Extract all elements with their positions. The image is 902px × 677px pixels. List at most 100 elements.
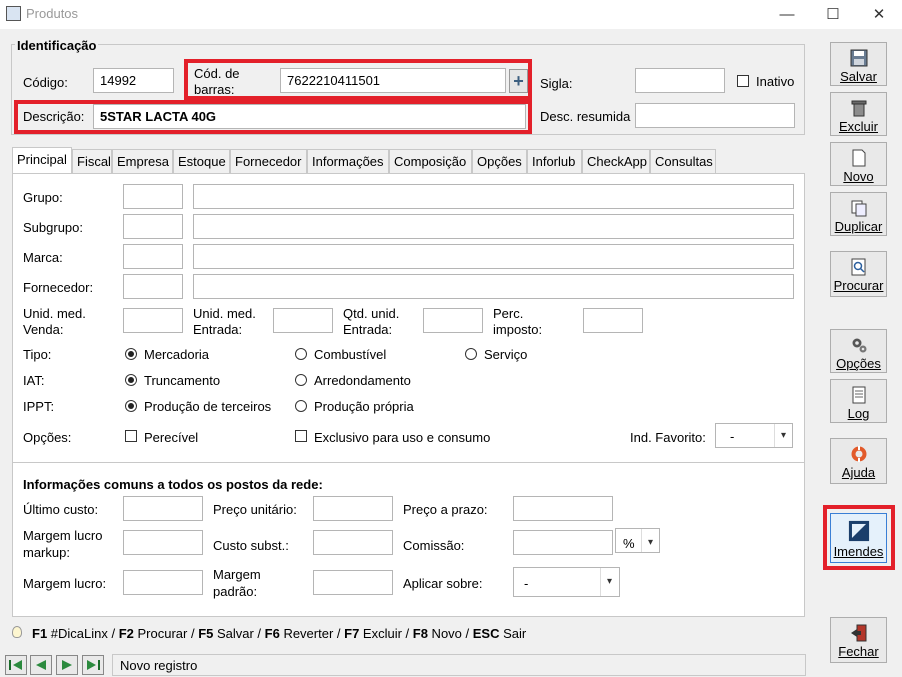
imendes-button[interactable]: Imendes	[830, 513, 887, 563]
shortcut-text: Procurar /	[133, 626, 199, 641]
fornecedor-code-input[interactable]	[123, 274, 183, 299]
tab-principal[interactable]: Principal	[12, 147, 72, 174]
shortcut-key: ESC	[472, 626, 500, 641]
perecivel-checkbox[interactable]	[125, 430, 137, 442]
shortcut-bar: F1 #DicaLinx / F2 Procurar / F5 Salvar /…	[32, 626, 526, 641]
subgrupo-code-input[interactable]	[123, 214, 183, 239]
ajuda-button[interactable]: Ajuda	[830, 438, 887, 484]
unid-entrada-input[interactable]	[273, 308, 333, 333]
ind-favorito-value: -	[730, 429, 735, 444]
desc-resumida-label: Desc. resumida	[540, 109, 631, 124]
excluir-button[interactable]: Excluir	[830, 92, 887, 136]
perc-imposto-input[interactable]	[583, 308, 643, 333]
qtd-entrada-label-2: Entrada:	[343, 322, 393, 337]
minimize-button[interactable]: —	[764, 0, 810, 29]
opcoes-label: Opções:	[23, 430, 72, 445]
title-bar: Produtos — ☐ ✕	[0, 0, 902, 29]
first-record-button[interactable]	[5, 655, 27, 675]
salvar-button[interactable]: Salvar	[830, 42, 887, 86]
ippt-propria-radio[interactable]	[295, 400, 307, 412]
marca-name-input[interactable]	[193, 244, 794, 269]
barcode-input[interactable]: 7622210411501	[280, 68, 506, 93]
iat-arredondamento-label: Arredondamento	[314, 373, 411, 388]
lightbulb-icon	[12, 626, 22, 638]
codigo-input[interactable]: 14992	[93, 68, 174, 93]
duplicar-button[interactable]: Duplicar	[830, 192, 887, 236]
add-barcode-button[interactable]: +	[509, 69, 528, 93]
iat-arredondamento-radio[interactable]	[295, 374, 307, 386]
aplicar-sobre-label: Aplicar sobre:	[403, 576, 483, 591]
fornecedor-label: Fornecedor:	[23, 280, 94, 295]
ippt-propria-label: Produção própria	[314, 399, 414, 414]
perc-imposto-label-1: Perc.	[493, 306, 524, 321]
plus-icon: +	[513, 71, 524, 91]
ind-favorito-select[interactable]: - ▾	[715, 423, 793, 448]
tab-consultas[interactable]: Consultas	[650, 149, 716, 173]
desc-resumida-input[interactable]	[635, 103, 795, 128]
marca-label: Marca:	[23, 250, 63, 265]
margem-padrao-input[interactable]	[313, 570, 393, 595]
subgrupo-name-input[interactable]	[193, 214, 794, 239]
inativo-checkbox[interactable]	[737, 75, 749, 87]
tab-inforlub[interactable]: Inforlub	[527, 149, 582, 173]
custo-subst-input[interactable]	[313, 530, 393, 555]
log-icon	[852, 386, 865, 404]
tab-opcoes[interactable]: Opções	[472, 149, 527, 173]
tab-checkapp[interactable]: CheckApp	[582, 149, 650, 173]
tipo-combustivel-label: Combustível	[314, 347, 387, 362]
fechar-label: Fechar	[838, 644, 879, 659]
aplicar-sobre-select[interactable]: - ▾	[513, 567, 620, 597]
procurar-button[interactable]: Procurar	[830, 251, 887, 297]
tab-composicao[interactable]: Composição	[389, 149, 472, 173]
ultimo-custo-input[interactable]	[123, 496, 203, 521]
margem-markup-input[interactable]	[123, 530, 203, 555]
opcoes-button[interactable]: Opções	[830, 329, 887, 373]
new-document-icon	[852, 149, 865, 167]
tab-empresa[interactable]: Empresa	[112, 149, 173, 173]
fornecedor-name-input[interactable]	[193, 274, 794, 299]
sigla-input[interactable]	[635, 68, 725, 93]
preco-prazo-input[interactable]	[513, 496, 613, 521]
marca-code-input[interactable]	[123, 244, 183, 269]
margem-lucro-input[interactable]	[123, 570, 203, 595]
iat-truncamento-label: Truncamento	[144, 373, 221, 388]
last-record-button[interactable]	[82, 655, 104, 675]
chevron-down-icon: ▾	[600, 568, 618, 596]
qtd-entrada-label-1: Qtd. unid.	[343, 306, 400, 321]
next-icon	[62, 660, 72, 670]
novo-button[interactable]: Novo	[830, 142, 887, 186]
log-button[interactable]: Log	[830, 379, 887, 423]
iat-label: IAT:	[23, 373, 45, 388]
maximize-button[interactable]: ☐	[810, 0, 856, 29]
tab-fiscal[interactable]: Fiscal	[72, 149, 112, 173]
preco-unitario-input[interactable]	[313, 496, 393, 521]
comissao-unit-select[interactable]: % ▾	[615, 528, 660, 553]
tipo-combustivel-radio[interactable]	[295, 348, 307, 360]
descricao-input[interactable]: 5STAR LACTA 40G	[93, 104, 526, 129]
tipo-mercadoria-radio[interactable]	[125, 348, 137, 360]
comissao-unit-value: %	[623, 536, 635, 551]
tab-fornecedor[interactable]: Fornecedor	[230, 149, 307, 173]
trash-icon	[851, 100, 866, 117]
grupo-name-input[interactable]	[193, 184, 794, 209]
next-record-button[interactable]	[56, 655, 78, 675]
close-button[interactable]: ✕	[856, 0, 902, 29]
unid-venda-input[interactable]	[123, 308, 183, 333]
ippt-label: IPPT:	[23, 399, 55, 414]
exclusivo-checkbox[interactable]	[295, 430, 307, 442]
qtd-entrada-input[interactable]	[423, 308, 483, 333]
grupo-code-input[interactable]	[123, 184, 183, 209]
iat-truncamento-radio[interactable]	[125, 374, 137, 386]
tipo-servico-radio[interactable]	[465, 348, 477, 360]
tab-informacoes[interactable]: Informações	[307, 149, 389, 173]
previous-record-button[interactable]	[30, 655, 52, 675]
tab-estoque[interactable]: Estoque	[173, 149, 230, 173]
preco-unitario-label: Preço unitário:	[213, 502, 297, 517]
fechar-button[interactable]: Fechar	[830, 617, 887, 663]
tipo-mercadoria-label: Mercadoria	[144, 347, 210, 362]
salvar-label: Salvar	[840, 69, 877, 84]
ippt-terceiros-radio[interactable]	[125, 400, 137, 412]
comissao-input[interactable]	[513, 530, 613, 555]
perecivel-label: Perecível	[144, 430, 199, 445]
codigo-label: Código:	[23, 75, 68, 90]
